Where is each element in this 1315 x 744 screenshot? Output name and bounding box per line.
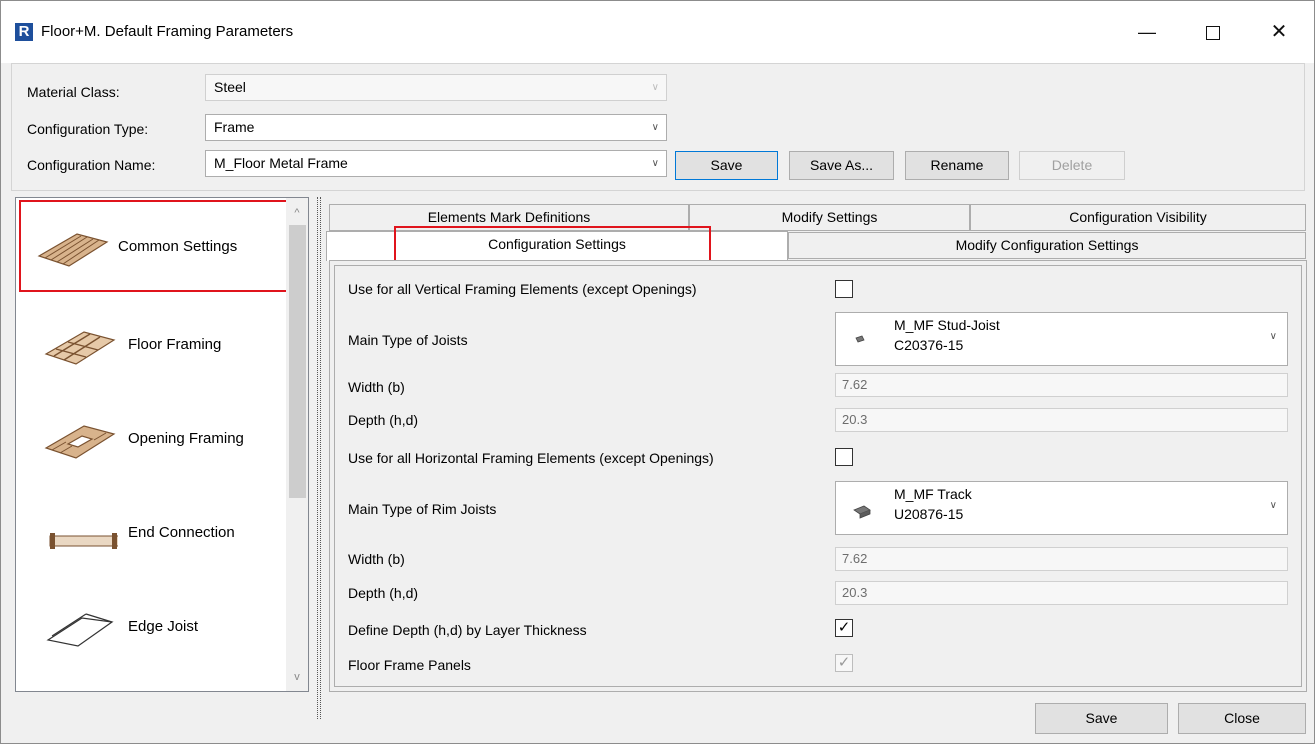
width-field: 7.62	[835, 547, 1288, 571]
sidebar-item-label: Floor Framing	[128, 336, 222, 353]
sidebar-item-end-connection[interactable]: End Connection	[32, 488, 292, 564]
main-type-joists-label: Main Type of Joists	[348, 332, 468, 348]
minimize-button[interactable]: —	[1124, 15, 1170, 49]
sidebar-item-edge-joist[interactable]: Edge Joist	[32, 582, 292, 658]
depth-label: Depth (h,d)	[348, 412, 419, 428]
rename-button[interactable]: Rename	[905, 151, 1009, 180]
maximize-button[interactable]	[1190, 15, 1236, 49]
sidebar-item-label: End Connection	[128, 524, 235, 541]
sidebar-item-common-settings[interactable]: Common Settings	[19, 200, 289, 292]
tab-modify-settings[interactable]: Modify Settings	[689, 204, 970, 231]
scroll-down-arrow-icon[interactable]: v	[286, 666, 308, 688]
use-horizontal-label: Use for all Horizontal Framing Elements …	[348, 450, 714, 466]
dialog-window: R Floor+M. Default Framing Parameters — …	[0, 0, 1315, 744]
edge-joist-icon	[46, 613, 114, 647]
material-class-value: Steel	[214, 79, 246, 95]
rim-joist-family: M_MF Track	[894, 486, 972, 502]
configuration-type-dropdown[interactable]: Frame ∨	[205, 114, 667, 141]
configuration-name-value: M_Floor Metal Frame	[214, 155, 348, 171]
rim-joist-type: U20876-15	[894, 506, 964, 522]
chevron-down-icon: ∨	[1269, 331, 1277, 342]
use-horizontal-checkbox[interactable]	[835, 448, 853, 466]
sidebar-item-floor-framing[interactable]: Floor Framing	[32, 300, 292, 376]
tab-configuration-settings[interactable]: Configuration Settings	[326, 231, 788, 261]
close-button[interactable]: Close	[1178, 703, 1306, 734]
save-button[interactable]: Save	[1035, 703, 1168, 734]
configuration-type-label: Configuration Type:	[27, 121, 149, 137]
configuration-name-dropdown[interactable]: M_Floor Metal Frame ∨	[205, 150, 667, 177]
floor-frame-panels-checkbox: ✓	[835, 654, 853, 672]
tab-configuration-visibility[interactable]: Configuration Visibility	[970, 204, 1306, 231]
track-icon	[853, 505, 871, 519]
stud-joist-icon	[855, 335, 865, 343]
sidebar-item-label: Common Settings	[118, 238, 238, 255]
define-depth-label: Define Depth (h,d) by Layer Thickness	[348, 622, 587, 638]
configuration-name-label: Configuration Name:	[27, 157, 156, 173]
depth-label: Depth (h,d)	[348, 585, 419, 601]
sidebar-item-label: Edge Joist	[128, 618, 199, 635]
scroll-up-arrow-icon[interactable]: ^	[286, 202, 308, 224]
configuration-settings-panel: Use for all Vertical Framing Elements (e…	[329, 260, 1307, 692]
tab-elements-mark-definitions[interactable]: Elements Mark Definitions	[329, 204, 689, 231]
save-as-button[interactable]: Save As...	[789, 151, 894, 180]
sidebar-scrollbar[interactable]: ^ v	[286, 198, 308, 691]
settings-grid: Use for all Vertical Framing Elements (e…	[334, 265, 1302, 687]
chevron-down-icon: ∨	[1269, 500, 1277, 511]
width-field: 7.62	[835, 373, 1288, 397]
scrollbar-thumb[interactable]	[289, 225, 306, 498]
chevron-down-icon: ∨	[651, 158, 659, 169]
save-configuration-button[interactable]: Save	[675, 151, 778, 180]
floor-framing-icon	[44, 331, 116, 365]
sidebar-item-label: Opening Framing	[128, 430, 244, 447]
main-type-rim-joists-dropdown[interactable]: M_MF Track U20876-15 ∨	[835, 481, 1288, 535]
depth-field: 20.3	[835, 408, 1288, 432]
configuration-type-value: Frame	[214, 119, 255, 135]
settings-category-list: Common Settings Floor Framing Opening Fr…	[15, 197, 309, 692]
maximize-icon	[1206, 26, 1220, 41]
tab-modify-configuration-settings[interactable]: Modify Configuration Settings	[788, 232, 1306, 259]
sidebar-item-opening-framing[interactable]: Opening Framing	[32, 394, 292, 470]
use-vertical-checkbox[interactable]	[835, 280, 853, 298]
common-settings-icon	[35, 212, 111, 278]
main-type-joists-dropdown[interactable]: M_MF Stud-Joist C20376-15 ∨	[835, 312, 1288, 366]
title-bar: R Floor+M. Default Framing Parameters — …	[1, 1, 1314, 63]
chevron-down-icon: ∨	[651, 122, 659, 133]
use-vertical-label: Use for all Vertical Framing Elements (e…	[348, 281, 697, 297]
revit-app-icon: R	[15, 23, 33, 41]
floor-frame-panels-label: Floor Frame Panels	[348, 657, 471, 673]
define-depth-checkbox[interactable]: ✓	[835, 619, 853, 637]
opening-framing-icon	[44, 425, 116, 459]
main-joist-family: M_MF Stud-Joist	[894, 317, 1000, 333]
width-label: Width (b)	[348, 551, 405, 567]
chevron-down-icon: ∨	[651, 82, 659, 93]
main-type-rim-joists-label: Main Type of Rim Joists	[348, 501, 497, 517]
depth-field: 20.3	[835, 581, 1288, 605]
material-class-dropdown: Steel ∨	[205, 74, 667, 101]
material-class-label: Material Class:	[27, 84, 120, 100]
panel-splitter[interactable]	[317, 197, 321, 719]
delete-button: Delete	[1019, 151, 1125, 180]
window-title: Floor+M. Default Framing Parameters	[41, 23, 294, 40]
end-connection-icon	[49, 533, 118, 549]
close-window-button[interactable]: ✕	[1256, 15, 1302, 49]
main-joist-type: C20376-15	[894, 337, 964, 353]
width-label: Width (b)	[348, 379, 405, 395]
